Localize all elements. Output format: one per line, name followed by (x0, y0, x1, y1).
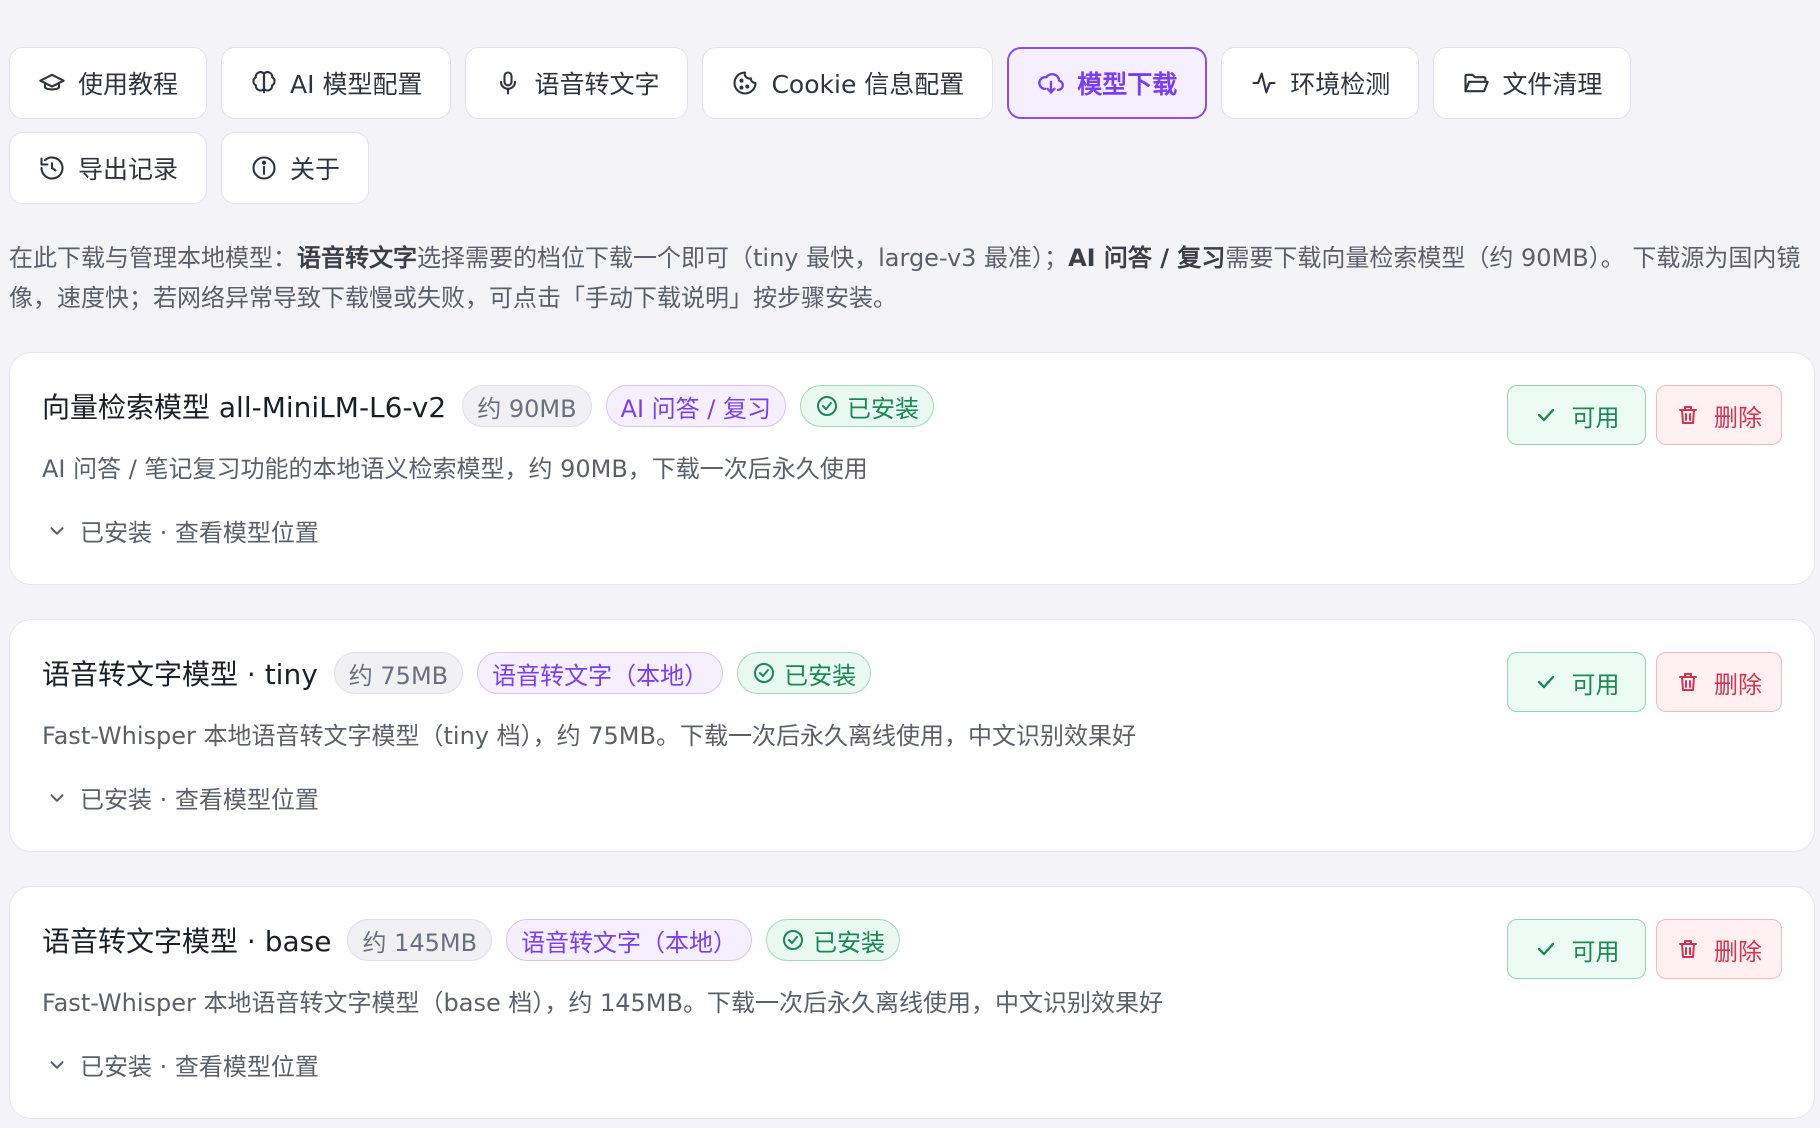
intro-part: 在此下载与管理本地模型： (9, 244, 297, 272)
model-actions: 可用 删除 (1507, 652, 1782, 712)
intro-bold: 语音转文字 (297, 244, 417, 272)
tab-label: AI 模型配置 (290, 70, 423, 99)
check-icon (1537, 408, 1554, 422)
tab-label: 语音转文字 (534, 70, 660, 99)
tab-export-history[interactable]: 导出记录 (9, 132, 208, 204)
category-badge: 语音转文字（本地） (506, 919, 753, 961)
tab-label: 文件清理 (1502, 70, 1603, 99)
tab-file-cleanup[interactable]: 文件清理 (1433, 47, 1632, 119)
model-location-label: 已安装 · 查看模型位置 (80, 786, 319, 814)
chevron-down-icon (50, 793, 64, 802)
history-icon (40, 156, 64, 180)
tab-cookie-config[interactable]: Cookie 信息配置 (702, 47, 994, 119)
intro-text: 在此下载与管理本地模型：语音转文字选择需要的档位下载一个即可（tiny 最快，l… (9, 238, 1814, 318)
check-icon (1537, 942, 1554, 956)
delete-label: 删除 (1714, 670, 1762, 699)
trash-icon (1679, 406, 1697, 424)
trash-icon (1679, 940, 1697, 958)
chevron-down-icon (50, 526, 64, 535)
tab-environment-check[interactable]: 环境检测 (1221, 47, 1420, 119)
intro-bold: AI 问答 / 复习 (1068, 244, 1226, 272)
status-badge: 已安装 (800, 385, 935, 427)
tab-label: 导出记录 (78, 155, 179, 184)
delete-button[interactable]: 删除 (1656, 919, 1782, 979)
model-location-label: 已安装 · 查看模型位置 (80, 1053, 319, 1081)
cookie-icon (733, 71, 758, 95)
graduation-cap-icon (39, 73, 65, 91)
tab-tutorial[interactable]: 使用教程 (9, 47, 208, 119)
tab-speech-to-text[interactable]: 语音转文字 (465, 47, 689, 119)
size-badge: 约 90MB (462, 385, 592, 427)
available-button[interactable]: 可用 (1507, 385, 1646, 445)
tab-label: 模型下载 (1077, 70, 1178, 99)
available-label: 可用 (1571, 937, 1620, 966)
status-label: 已安装 (813, 928, 886, 957)
available-button[interactable]: 可用 (1507, 652, 1646, 712)
category-badge: AI 问答 / 复习 (605, 385, 787, 427)
check-circle-icon (754, 663, 775, 683)
tab-label: 环境检测 (1290, 70, 1391, 99)
model-card-header: 语音转文字模型 · tiny 约 75MB 语音转文字（本地） 已安装 (42, 652, 872, 694)
chevron-down-icon (50, 1060, 64, 1069)
model-location-toggle[interactable]: 已安装 · 查看模型位置 (46, 1047, 319, 1082)
model-location-toggle[interactable]: 已安装 · 查看模型位置 (46, 513, 319, 548)
available-button[interactable]: 可用 (1507, 919, 1646, 979)
model-actions: 可用 删除 (1507, 919, 1782, 979)
status-badge: 已安装 (766, 919, 901, 961)
cloud-download-icon (1038, 72, 1065, 94)
model-card-whisper-tiny: 语音转文字模型 · tiny 约 75MB 语音转文字（本地） 已安装 Fast… (9, 619, 1815, 852)
tab-ai-model-config[interactable]: AI 模型配置 (221, 47, 452, 119)
trash-icon (1679, 673, 1697, 691)
status-badge: 已安装 (737, 652, 872, 694)
available-label: 可用 (1571, 403, 1620, 432)
tab-label: 关于 (290, 155, 341, 184)
available-label: 可用 (1571, 670, 1620, 699)
settings-tabs: 使用教程 AI 模型配置 语音转文字 Cookie 信息配置 模型下载 环境检测… (9, 47, 1649, 204)
status-label: 已安装 (784, 661, 857, 690)
delete-button[interactable]: 删除 (1656, 385, 1782, 445)
tab-about[interactable]: 关于 (221, 132, 370, 204)
model-card-minilm: 向量检索模型 all-MiniLM-L6-v2 约 90MB AI 问答 / 复… (9, 352, 1815, 585)
model-description: Fast-Whisper 本地语音转文字模型（base 档），约 145MB。下… (42, 989, 1163, 1017)
model-card-whisper-base: 语音转文字模型 · base 约 145MB 语音转文字（本地） 已安装 Fas… (9, 886, 1815, 1119)
model-description: AI 问答 / 笔记复习功能的本地语义检索模型，约 90MB，下载一次后永久使用 (42, 455, 868, 483)
brain-icon (252, 71, 276, 94)
size-badge: 约 145MB (347, 919, 493, 961)
intro-part: 选择需要的档位下载一个即可（tiny 最快，large-v3 最准）； (417, 244, 1069, 272)
model-title: 语音转文字模型 · tiny (42, 658, 318, 691)
info-icon (252, 156, 276, 180)
model-location-label: 已安装 · 查看模型位置 (80, 519, 319, 547)
model-title: 向量检索模型 all-MiniLM-L6-v2 (42, 391, 447, 424)
check-icon (1537, 675, 1554, 689)
model-actions: 可用 删除 (1507, 385, 1782, 445)
status-label: 已安装 (847, 394, 920, 423)
microphone-icon (500, 71, 517, 95)
delete-label: 删除 (1714, 403, 1762, 432)
check-circle-icon (783, 930, 804, 950)
model-card-header: 向量检索模型 all-MiniLM-L6-v2 约 90MB AI 问答 / 复… (42, 385, 935, 427)
tab-label: 使用教程 (78, 70, 179, 99)
folder-open-icon (1464, 73, 1490, 93)
model-title: 语音转文字模型 · base (42, 925, 332, 958)
size-badge: 约 75MB (333, 652, 464, 694)
category-badge: 语音转文字（本地） (477, 652, 724, 694)
model-card-header: 语音转文字模型 · base 约 145MB 语音转文字（本地） 已安装 (42, 919, 901, 961)
tab-label: Cookie 信息配置 (771, 70, 965, 99)
tab-model-download[interactable]: 模型下载 (1007, 47, 1208, 119)
model-location-toggle[interactable]: 已安装 · 查看模型位置 (46, 780, 319, 815)
delete-button[interactable]: 删除 (1656, 652, 1782, 712)
delete-label: 删除 (1714, 937, 1762, 966)
model-description: Fast-Whisper 本地语音转文字模型（tiny 档），约 75MB。下载… (42, 722, 1136, 750)
activity-icon (1252, 72, 1276, 94)
check-circle-icon (817, 396, 838, 416)
